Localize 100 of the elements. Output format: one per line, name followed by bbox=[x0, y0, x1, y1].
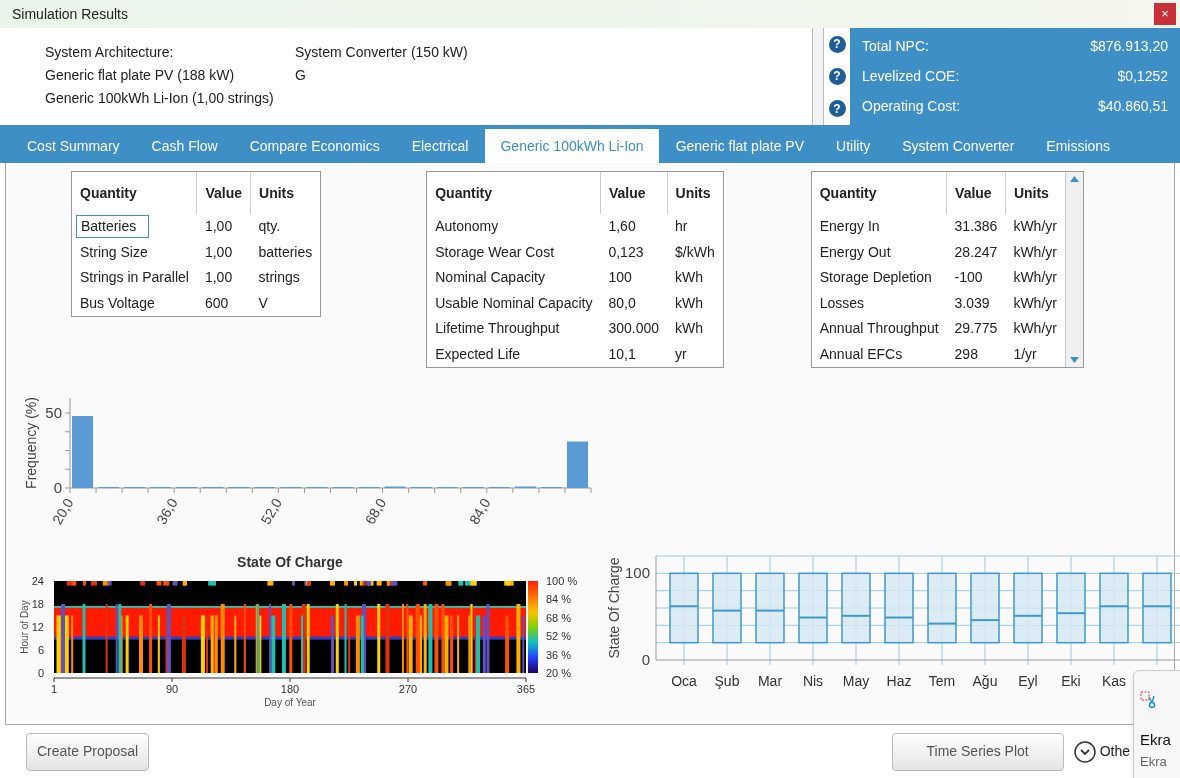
table-cell: kWh/yr bbox=[1013, 294, 1057, 311]
column-header: Units bbox=[675, 184, 711, 201]
table-cell: 100 bbox=[608, 269, 632, 286]
tab[interactable]: System Converter bbox=[887, 129, 1030, 163]
tick-label: 12 bbox=[31, 621, 44, 633]
table-cell: 0,123 bbox=[608, 243, 644, 260]
histogram-bar bbox=[72, 416, 94, 488]
table-cell: 29.775 bbox=[954, 320, 998, 337]
tick-label: 6 bbox=[37, 644, 44, 656]
table-cell: kWh bbox=[675, 294, 704, 311]
tick-label: Şub bbox=[714, 673, 740, 689]
tick-label: 0 bbox=[37, 667, 44, 679]
scrollbar[interactable] bbox=[812, 28, 824, 125]
tab[interactable]: Cash Flow bbox=[136, 129, 233, 163]
table-cell: kWh/yr bbox=[1013, 320, 1057, 337]
box-plot bbox=[1099, 572, 1129, 644]
column-header: Quantity bbox=[80, 184, 137, 201]
table-cell: 28.247 bbox=[954, 243, 998, 260]
tick-label: 50 bbox=[45, 404, 62, 421]
box-plot bbox=[884, 572, 914, 644]
table-cell: Nominal Capacity bbox=[435, 269, 545, 286]
scrollbar[interactable] bbox=[1064, 172, 1083, 367]
create-proposal-button[interactable]: Create Proposal bbox=[26, 732, 150, 771]
table-cell: hr bbox=[675, 218, 688, 235]
histogram-bar bbox=[566, 441, 588, 488]
architecture-text: Generic 100kWh Li-Ion (1,00 strings) bbox=[45, 89, 275, 108]
tick-label: 100 % bbox=[546, 575, 578, 587]
architecture-text: Generic flat plate PV (188 kW) bbox=[45, 66, 236, 85]
tick-label: Kas bbox=[1101, 673, 1127, 689]
box-plot bbox=[669, 572, 699, 644]
box-plot bbox=[970, 572, 1000, 644]
tick-label: Mar bbox=[757, 673, 783, 689]
table-cell: 1,00 bbox=[204, 269, 233, 286]
table-cell: Expected Life bbox=[435, 345, 521, 362]
summary-value: $876.913,20 bbox=[1090, 37, 1168, 57]
table-cell: 10,1 bbox=[608, 345, 636, 362]
tick-label: 18 bbox=[31, 598, 44, 610]
axis-label: State Of Charge bbox=[606, 557, 622, 659]
tick-label: 20 % bbox=[546, 667, 572, 679]
scroll-down-icon[interactable] bbox=[1069, 357, 1079, 363]
tick-label: Ağu bbox=[972, 673, 998, 689]
chevron-down-icon bbox=[1073, 740, 1096, 763]
tick-label: 0 bbox=[641, 651, 650, 668]
table-cell: Energy Out bbox=[819, 243, 891, 260]
box-plot bbox=[798, 572, 828, 644]
axis-label: Frequency (%) bbox=[23, 397, 39, 489]
tick-label: 84 % bbox=[546, 593, 572, 606]
tab[interactable]: Emissions bbox=[1031, 129, 1126, 163]
table-cell: Lifetime Throughput bbox=[435, 320, 560, 337]
table-cell: yr bbox=[675, 345, 687, 362]
table-cell: Storage Wear Cost bbox=[435, 243, 555, 260]
notification-card[interactable]: Ekra Ekra bbox=[1133, 670, 1180, 778]
table-cell: kWh/yr bbox=[1013, 269, 1057, 286]
tick-label: 270 bbox=[398, 683, 418, 695]
box-plot bbox=[712, 572, 742, 644]
scroll-up-icon[interactable] bbox=[1069, 176, 1079, 182]
help-button[interactable]: ? bbox=[828, 35, 846, 53]
table-cell: Losses bbox=[819, 294, 865, 311]
column-header: Quantity bbox=[819, 184, 877, 201]
tab[interactable]: Compare Economics bbox=[234, 129, 395, 163]
box-plot bbox=[1056, 572, 1086, 644]
table-cell: Usable Nominal Capacity bbox=[435, 294, 593, 311]
tab[interactable]: Electrical bbox=[396, 129, 484, 163]
architecture-text: System Converter (150 kW) bbox=[295, 43, 468, 62]
column-header: Units bbox=[1013, 184, 1049, 201]
help-button[interactable]: ? bbox=[828, 100, 846, 118]
table-cell: 31.386 bbox=[954, 218, 998, 235]
tab[interactable]: Cost Summary bbox=[12, 129, 135, 163]
tick-label: 90 bbox=[165, 683, 179, 695]
summary-label: Total NPC: bbox=[862, 37, 929, 57]
table-cell: Energy In bbox=[819, 218, 880, 235]
tick-label: Oca bbox=[671, 673, 697, 689]
tab[interactable]: Utility bbox=[821, 129, 886, 163]
other-button[interactable]: Othe bbox=[1073, 740, 1130, 763]
notification-text: Ekra bbox=[1140, 752, 1168, 771]
axis-label: Day of Year bbox=[264, 697, 316, 708]
time-series-plot-button[interactable]: Time Series Plot bbox=[891, 732, 1064, 771]
summary-label: Operating Cost: bbox=[862, 96, 961, 116]
table-cell: $/kWh bbox=[675, 243, 715, 260]
scissors-icon bbox=[1140, 691, 1158, 709]
help-button[interactable]: ? bbox=[828, 68, 846, 85]
table-cell: 80,0 bbox=[608, 294, 636, 311]
table-cell: 1,00 bbox=[204, 218, 233, 235]
tick-label: May bbox=[842, 673, 870, 689]
tick-label: Nis bbox=[802, 673, 824, 689]
box-plot bbox=[927, 572, 957, 644]
table-cell: Batteries bbox=[76, 215, 150, 239]
tab[interactable]: Generic 100kWh Li-Ion bbox=[485, 129, 659, 163]
table-cell: kWh/yr bbox=[1013, 218, 1057, 235]
box-plot bbox=[1013, 572, 1043, 644]
column-header: Units bbox=[259, 184, 295, 201]
table-cell: 3.039 bbox=[954, 294, 990, 311]
tab[interactable]: Generic flat plate PV bbox=[660, 129, 820, 163]
axis-label: Hour of Day bbox=[19, 600, 30, 654]
box-plot bbox=[841, 572, 871, 644]
tick-label: 365 bbox=[516, 683, 536, 695]
tick-label: 1 bbox=[50, 683, 58, 695]
close-button[interactable]: × bbox=[1154, 3, 1176, 25]
window-title: Simulation Results bbox=[12, 4, 128, 24]
tick-label: Tem bbox=[928, 673, 956, 689]
